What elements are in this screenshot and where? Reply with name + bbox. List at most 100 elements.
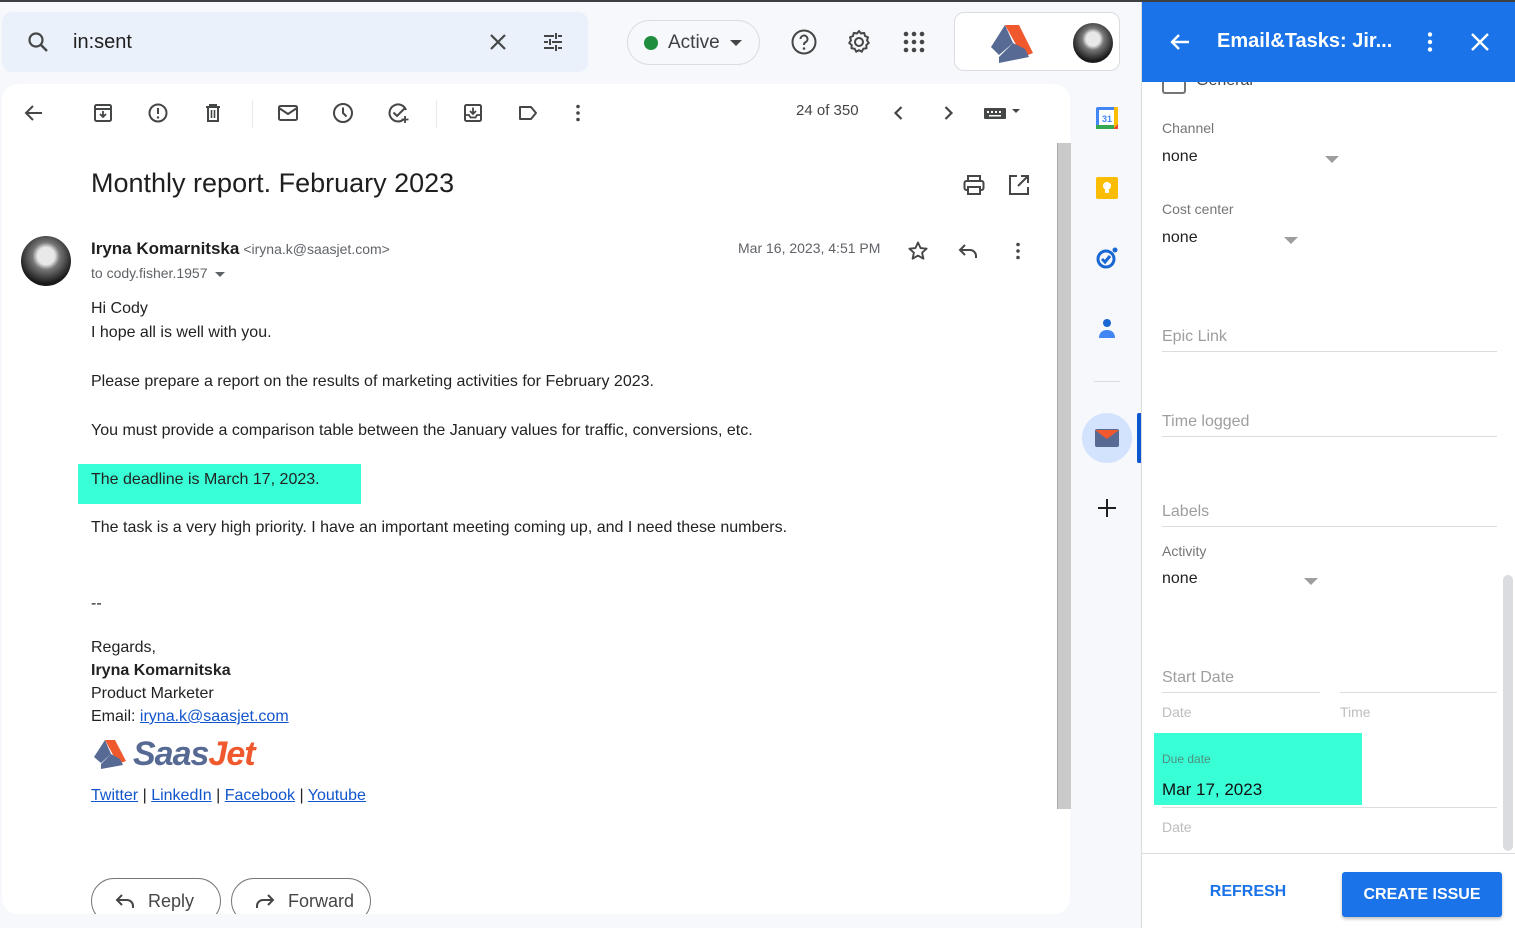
cost-center-dropdown-icon[interactable] [1284,237,1298,244]
activity-select[interactable]: none [1162,570,1198,588]
labels-input[interactable]: Labels [1162,503,1209,521]
activity-dropdown-icon[interactable] [1304,578,1318,585]
label-icon[interactable] [517,102,539,124]
tasks-icon[interactable] [1095,246,1119,270]
report-spam-icon[interactable] [147,102,169,124]
due-date-input[interactable]: Mar 17, 2023 [1162,780,1262,800]
time-logged-underline [1162,436,1497,437]
activity-label: Activity [1162,543,1207,559]
delete-icon[interactable] [202,102,224,124]
refresh-button[interactable]: REFRESH [1188,883,1308,901]
saasjet-logo-icon [94,740,126,769]
clear-search-icon[interactable] [486,30,510,54]
search-input[interactable]: in:sent [73,31,132,54]
brand-saas: Saas [133,734,209,773]
forward-icon [256,894,275,908]
recipient-details[interactable]: to cody.fisher.1957 [91,265,226,281]
more-options-icon[interactable] [567,102,589,124]
search-options-icon[interactable] [541,30,565,54]
labels-underline [1162,526,1497,527]
account-avatar[interactable] [1073,23,1113,63]
keep-icon[interactable] [1095,176,1119,200]
forward-button[interactable]: Forward [231,878,371,914]
signature-email-label: Email: [91,708,136,725]
settings-icon[interactable] [845,28,873,56]
status-dot-icon [644,36,658,50]
status-dropdown[interactable]: Active [627,20,760,65]
search-icon[interactable] [26,30,50,54]
reply-icon[interactable] [957,240,979,262]
older-chevron-right-icon[interactable] [937,102,959,124]
archive-icon[interactable] [92,102,114,124]
print-icon[interactable] [962,173,986,197]
epic-link-underline [1162,351,1497,352]
body-line: Hi Cody [91,300,148,317]
facebook-link[interactable]: Facebook [225,787,295,804]
rail-divider [1094,381,1120,382]
panel-scrollbar[interactable] [1503,575,1513,851]
youtube-link[interactable]: Youtube [308,787,366,804]
input-tools-keyboard-icon[interactable] [982,102,1026,124]
calendar-icon[interactable]: 31 [1095,106,1119,130]
pagination-count: 24 of 350 [796,102,859,119]
link-separator: | [216,787,221,804]
footer-divider [1142,853,1515,854]
star-icon[interactable] [907,240,929,262]
back-arrow-icon[interactable] [23,102,45,124]
mark-unread-icon[interactable] [277,102,299,124]
signature-name: Iryna Komarnitska [91,662,231,679]
cost-center-select[interactable]: none [1162,229,1198,247]
epic-link-input[interactable]: Epic Link [1162,328,1227,346]
social-links: Twitter | LinkedIn | Facebook | Youtube [91,787,366,805]
search-bar[interactable]: in:sent [2,12,588,72]
sender-email: <iryna.k@saasjet.com> [243,241,390,257]
contacts-icon[interactable] [1095,316,1119,340]
saasjet-signature-logo: SaasJet [93,734,256,774]
link-separator: | [299,787,304,804]
snooze-icon[interactable] [332,102,354,124]
open-in-new-window-icon[interactable] [1007,173,1031,197]
move-to-inbox-icon[interactable] [462,102,484,124]
more-options-icon[interactable] [1418,30,1442,54]
sender-name: Iryna Komarnitska [91,239,240,258]
panel-title: Email&Tasks: Jir... [1217,30,1393,52]
sender-avatar[interactable] [21,236,71,286]
apps-grid-icon[interactable] [900,28,928,56]
signature-title: Product Marketer [91,685,214,702]
email-scrollbar[interactable] [1057,143,1071,809]
linkedin-link[interactable]: LinkedIn [151,787,212,804]
back-arrow-icon[interactable] [1168,30,1192,54]
create-issue-button[interactable]: CREATE ISSUE [1342,872,1502,917]
email-view: 24 of 350 Monthly report. February 2023 … [2,84,1070,914]
time-logged-input[interactable]: Time logged [1162,413,1249,431]
reply-label: Reply [148,890,195,911]
start-date-input[interactable]: Start Date [1162,669,1234,687]
body-line: Please prepare a report on the results o… [91,373,654,390]
sender[interactable]: Iryna Komarnitska <iryna.k@saasjet.com> [91,239,390,259]
channel-select[interactable]: none [1162,148,1198,166]
body-line: I hope all is well with you. [91,324,272,341]
help-icon[interactable] [790,28,818,56]
add-icon[interactable] [1095,496,1119,520]
signature-email-link[interactable]: iryna.k@saasjet.com [140,708,289,725]
close-icon[interactable] [1468,30,1492,54]
signature-separator: -- [91,595,102,612]
start-time-input[interactable] [1340,692,1497,693]
email-subject: Monthly report. February 2023 [91,168,455,198]
email-date: Mar 16, 2023, 4:51 PM [738,240,881,256]
toolbar-divider [252,100,253,128]
chevron-down-icon [215,271,226,277]
body-line: Regards, [91,639,156,656]
twitter-link[interactable]: Twitter [91,787,138,804]
channel-dropdown-icon[interactable] [1325,156,1339,163]
link-separator: | [142,787,147,804]
reply-button[interactable]: Reply [91,878,221,914]
more-message-options-icon[interactable] [1007,240,1029,262]
body-line: The task is a very high priority. I have… [91,519,788,536]
add-task-icon[interactable] [387,102,409,124]
channel-label: Channel [1162,120,1215,136]
toolbar-divider [436,100,437,128]
account-switcher[interactable] [954,12,1120,71]
newer-chevron-left-icon[interactable] [888,102,910,124]
signature-email-row: Email: iryna.k@saasjet.com [91,708,289,726]
